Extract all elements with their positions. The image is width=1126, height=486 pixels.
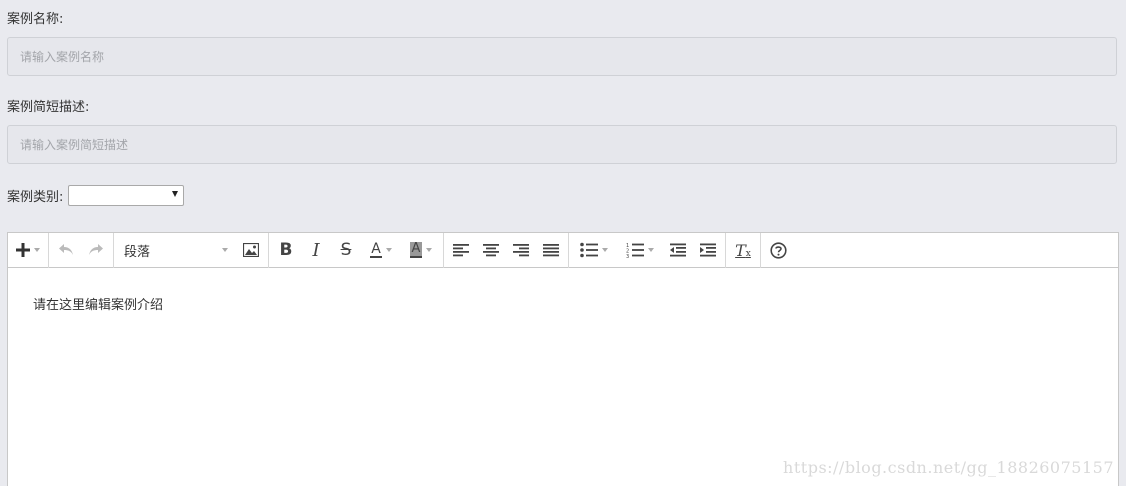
svg-text:3: 3: [626, 254, 629, 258]
category-row: 案例类别:: [7, 185, 185, 206]
toolbar-group-history: [49, 232, 114, 268]
insert-button[interactable]: [10, 233, 46, 268]
chevron-down-icon: [385, 248, 392, 252]
page: 案例名称: 案例简短描述: 案例类别:: [0, 0, 1126, 486]
format-label: 段落: [124, 244, 151, 260]
italic-icon: I: [312, 239, 320, 261]
chevron-down-icon: [426, 248, 433, 252]
dropdown-arrow-icon: [172, 191, 179, 197]
undo-icon: [59, 244, 73, 255]
rich-text-editor: 段落 B I S A A 1 2 3 Tx 请在这里编辑案例介绍: [7, 232, 1119, 486]
case-name-label: 案例名称:: [7, 12, 64, 27]
case-description-input[interactable]: [7, 125, 1117, 164]
align-right-icon: [513, 244, 529, 257]
case-name-input[interactable]: [7, 37, 1117, 76]
plus-icon: [16, 243, 30, 257]
strikethrough-button[interactable]: S: [331, 233, 361, 268]
align-left-icon: [453, 244, 469, 257]
indent-button[interactable]: [693, 233, 723, 268]
outdent-icon: [670, 243, 686, 257]
insert-image-button[interactable]: [236, 233, 266, 268]
case-category-label: 案例类别:: [7, 190, 64, 205]
italic-button[interactable]: I: [301, 233, 331, 268]
align-center-button[interactable]: [476, 233, 506, 268]
chevron-down-icon: [222, 248, 228, 252]
align-right-button[interactable]: [506, 233, 536, 268]
outdent-button[interactable]: [663, 233, 693, 268]
toolbar-group-style: B I S A A: [269, 232, 444, 268]
image-icon: [243, 243, 259, 257]
toolbar-group-format: 段落: [114, 232, 269, 268]
chevron-down-icon: [34, 248, 40, 252]
case-description-label: 案例简短描述:: [7, 100, 90, 115]
toolbar-group-lists: 1 2 3: [569, 232, 726, 268]
clear-format-icon: Tx: [735, 240, 751, 260]
bullet-list-button[interactable]: [571, 233, 617, 268]
numbered-list-button[interactable]: 1 2 3: [617, 233, 663, 268]
background-color-button[interactable]: A: [401, 233, 441, 268]
toolbar-group-clear: Tx: [726, 232, 761, 268]
strikethrough-icon: S: [340, 240, 352, 260]
text-color-button[interactable]: A: [361, 233, 401, 268]
redo-button[interactable]: [81, 233, 111, 268]
undo-button[interactable]: [51, 233, 81, 268]
case-category-select[interactable]: [68, 185, 185, 206]
align-justify-button[interactable]: [536, 233, 566, 268]
toolbar-group-help: [761, 233, 795, 268]
numbered-list-icon: 1 2 3: [626, 243, 644, 258]
watermark-text: https://blog.csdn.net/gg_18826075157: [783, 458, 1114, 477]
paragraph-format-dropdown[interactable]: 段落: [116, 233, 236, 268]
redo-icon: [89, 244, 103, 255]
indent-icon: [700, 243, 716, 257]
help-icon: [769, 241, 787, 259]
editor-toolbar: 段落 B I S A A 1 2 3 Tx: [8, 232, 1118, 268]
bullet-list-icon: [580, 242, 598, 258]
toolbar-group-insert: [8, 232, 49, 268]
chevron-down-icon: [648, 248, 654, 252]
bold-icon: B: [279, 240, 293, 260]
bold-button[interactable]: B: [271, 233, 301, 268]
align-center-icon: [483, 244, 499, 257]
clear-format-button[interactable]: Tx: [728, 233, 758, 268]
toolbar-group-align: [444, 232, 569, 268]
editor-content[interactable]: 请在这里编辑案例介绍: [33, 294, 163, 313]
background-color-icon: A: [409, 241, 423, 258]
text-color-icon: A: [370, 241, 382, 258]
chevron-down-icon: [602, 248, 608, 252]
align-justify-icon: [543, 244, 559, 257]
help-button[interactable]: [763, 233, 793, 268]
align-left-button[interactable]: [446, 233, 476, 268]
